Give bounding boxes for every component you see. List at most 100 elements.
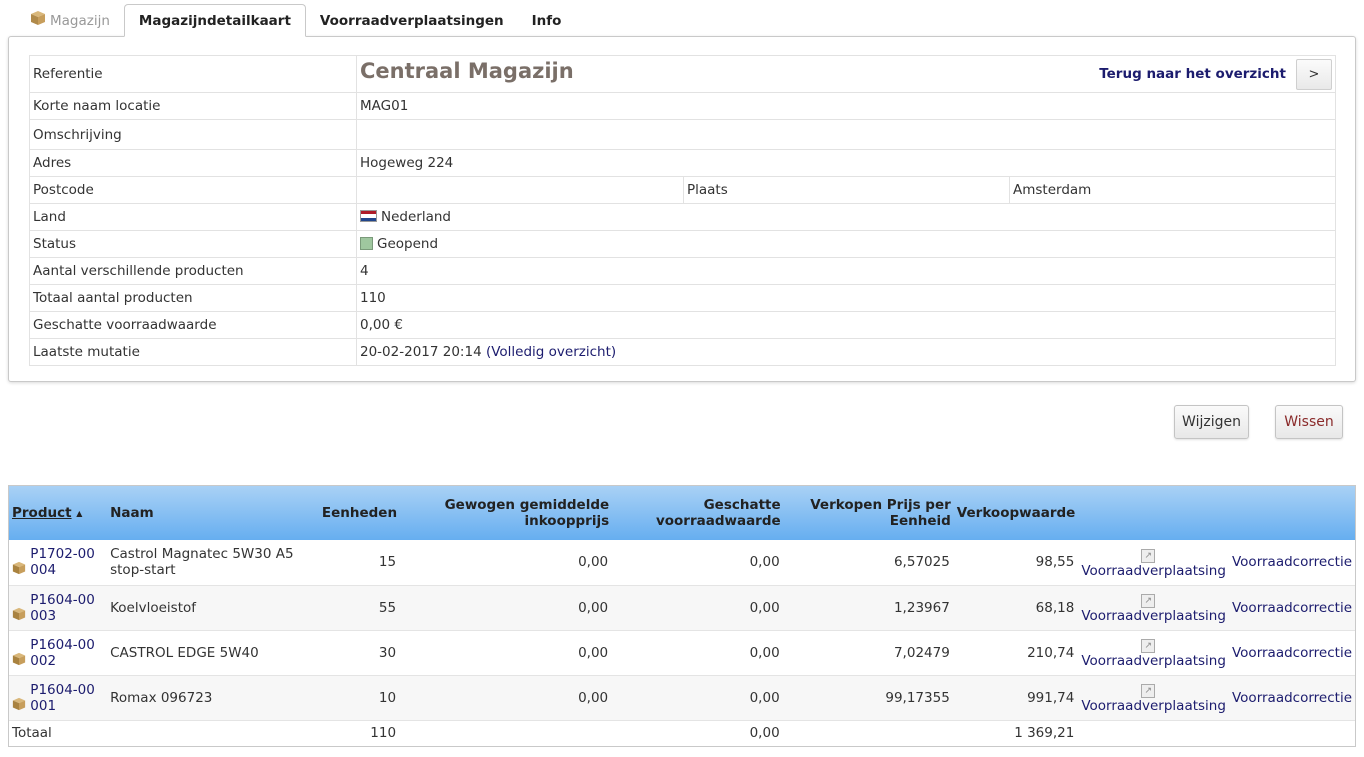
total-move-empty — [1078, 720, 1229, 746]
product-sale-value: 210,74 — [953, 630, 1079, 676]
products-table: Product ▲ Naam Eenheden Gewogen gemiddel… — [9, 486, 1355, 746]
tab-magazijn[interactable]: Magazijn — [16, 4, 124, 37]
stock-move-link[interactable]: Voorraadverplaatsing — [1081, 653, 1226, 669]
product-cell: P1702-00004 — [9, 540, 108, 586]
product-wac: 0,00 — [400, 630, 613, 676]
product-wac: 0,00 — [400, 585, 613, 631]
header-name[interactable]: Naam — [107, 486, 319, 540]
description-value — [356, 119, 1336, 150]
total-wac-empty — [400, 720, 612, 746]
header-sale-price-unit[interactable]: Verkopen Prijs per Eenheid — [783, 486, 954, 540]
country-value: Nederland — [381, 209, 451, 225]
tab-bar: Magazijn Magazijndetailkaart Voorraadver… — [16, 4, 575, 37]
stock-move-link[interactable]: Voorraadverplaatsing — [1081, 698, 1226, 714]
external-link-icon[interactable]: ↗ — [1141, 684, 1156, 698]
product-sale-price-unit: 99,17355 — [783, 675, 954, 721]
product-wac: 0,00 — [400, 540, 613, 586]
warehouse-detail-card: Referentie Centraal Magazijn Terug naar … — [8, 36, 1356, 382]
product-estimated-value: 0,00 — [612, 585, 784, 631]
product-units: 30 — [318, 630, 401, 676]
correct-action-cell: Voorraadcorrectie — [1228, 585, 1355, 631]
product-sale-value: 991,74 — [953, 675, 1079, 721]
product-name: Romax 096723 — [107, 675, 319, 721]
next-record-button[interactable]: > — [1296, 58, 1332, 90]
external-link-icon[interactable]: ↗ — [1141, 639, 1156, 653]
city-value: Amsterdam — [1009, 176, 1336, 204]
product-cell: P1604-00001 — [9, 675, 108, 721]
product-ref-link[interactable]: P1604-00003 — [30, 592, 100, 624]
correct-action-cell: Voorraadcorrectie — [1228, 675, 1355, 721]
tab-info-label: Info — [531, 12, 562, 29]
external-link-icon[interactable]: ↗ — [1141, 548, 1156, 563]
stock-move-link[interactable]: Voorraadverplaatsing — [1081, 563, 1226, 579]
total-estimated-value: 0,00 — [749, 725, 780, 742]
netherlands-flag-icon — [360, 210, 377, 222]
total-products-label: Totaal aantal producten — [29, 284, 357, 312]
product-name: CASTROL EDGE 5W40 — [107, 630, 319, 676]
product-ref-link[interactable]: P1604-00001 — [30, 682, 100, 714]
status-cell: Geopend — [356, 230, 1336, 258]
header-move-action — [1078, 486, 1229, 540]
product-sale-price-unit: 6,57025 — [783, 540, 954, 586]
product-box-icon — [12, 697, 26, 710]
product-box-icon — [12, 562, 26, 575]
total-products-value: 110 — [356, 284, 1336, 312]
products-total-row: Totaal 110 0,00 1 369,21 — [9, 720, 1355, 746]
stock-correction-link[interactable]: Voorraadcorrectie — [1232, 645, 1352, 661]
tab-voorraadverplaatsingen[interactable]: Voorraadverplaatsingen — [306, 4, 518, 37]
product-units: 55 — [318, 585, 401, 631]
total-sale-unit-empty — [784, 720, 954, 746]
header-sale-value[interactable]: Verkoopwaarde — [953, 486, 1079, 540]
external-link-icon[interactable]: ↗ — [1141, 594, 1156, 608]
correct-action-cell: Voorraadcorrectie — [1228, 630, 1355, 676]
move-action-cell: ↗ Voorraadverplaatsing — [1078, 675, 1229, 721]
product-sale-value: 98,55 — [953, 540, 1079, 586]
header-product-label: Product — [12, 504, 72, 521]
description-label: Omschrijving — [29, 119, 357, 150]
products-header-row: Product ▲ Naam Eenheden Gewogen gemiddel… — [9, 486, 1355, 540]
table-row: P1702-00004 Castrol Magnatec 5W30 A5 stop… — [9, 540, 1355, 586]
total-units: 110 — [370, 725, 397, 742]
sort-ascending-icon: ▲ — [76, 508, 83, 518]
edit-button[interactable]: Wijzigen — [1174, 405, 1249, 439]
address-value: Hogeweg 224 — [356, 149, 1336, 177]
warehouse-box-icon — [31, 10, 45, 25]
product-ref-link[interactable]: P1702-00004 — [30, 546, 100, 578]
move-action-cell: ↗ Voorraadverplaatsing — [1078, 585, 1229, 631]
city-label: Plaats — [683, 176, 1010, 204]
product-sale-price-unit: 1,23967 — [783, 585, 954, 631]
total-sale-value: 1 369,21 — [1014, 725, 1075, 742]
distinct-products-label: Aantal verschillende producten — [29, 257, 357, 285]
table-row: P1604-00002 CASTROL EDGE 5W40 30 0,00 0,00 7,… — [9, 630, 1355, 676]
products-table-body: P1702-00004 Castrol Magnatec 5W30 A5 stop… — [9, 540, 1355, 721]
product-wac: 0,00 — [400, 675, 613, 721]
stock-correction-link[interactable]: Voorraadcorrectie — [1232, 600, 1352, 616]
warehouse-info-table: Referentie Centraal Magazijn Terug naar … — [29, 55, 1336, 366]
stock-move-link[interactable]: Voorraadverplaatsing — [1081, 608, 1226, 624]
stock-correction-link[interactable]: Voorraadcorrectie — [1232, 554, 1352, 570]
product-estimated-value: 0,00 — [612, 675, 784, 721]
status-value: Geopend — [377, 236, 439, 252]
warehouse-title: Centraal Magazijn — [360, 58, 574, 83]
stock-value-label: Geschatte voorraadwaarde — [29, 311, 357, 339]
correct-action-cell: Voorraadcorrectie — [1228, 540, 1355, 586]
delete-button[interactable]: Wissen — [1275, 405, 1343, 439]
last-mutation-cell: 20-02-2017 20:14 (Volledig overzicht) — [356, 338, 1336, 366]
postcode-label: Postcode — [29, 176, 357, 204]
tab-magazijndetailkaart[interactable]: Magazijndetailkaart — [123, 4, 306, 37]
back-to-overview-link[interactable]: Terug naar het overzicht — [1099, 66, 1286, 82]
product-name: Castrol Magnatec 5W30 A5 stop-start — [107, 540, 319, 586]
short-name-value: MAG01 — [356, 92, 1336, 120]
last-mutation-label: Laatste mutatie — [29, 338, 357, 366]
table-row: P1604-00001 Romax 096723 10 0,00 0,00 99,1735… — [9, 675, 1355, 721]
product-ref-link[interactable]: P1604-00002 — [30, 637, 100, 669]
stock-value-value: 0,00 € — [356, 311, 1336, 339]
product-box-icon — [12, 652, 26, 665]
header-wac[interactable]: Gewogen gemiddelde inkoopprijs — [400, 486, 613, 540]
header-units[interactable]: Eenheden — [318, 486, 401, 540]
header-estimated-value[interactable]: Geschatte voorraadwaarde — [612, 486, 784, 540]
tab-info[interactable]: Info — [518, 4, 576, 37]
full-overview-link[interactable]: (Volledig overzicht) — [486, 344, 616, 360]
header-product[interactable]: Product ▲ — [9, 486, 108, 540]
stock-correction-link[interactable]: Voorraadcorrectie — [1232, 690, 1352, 706]
